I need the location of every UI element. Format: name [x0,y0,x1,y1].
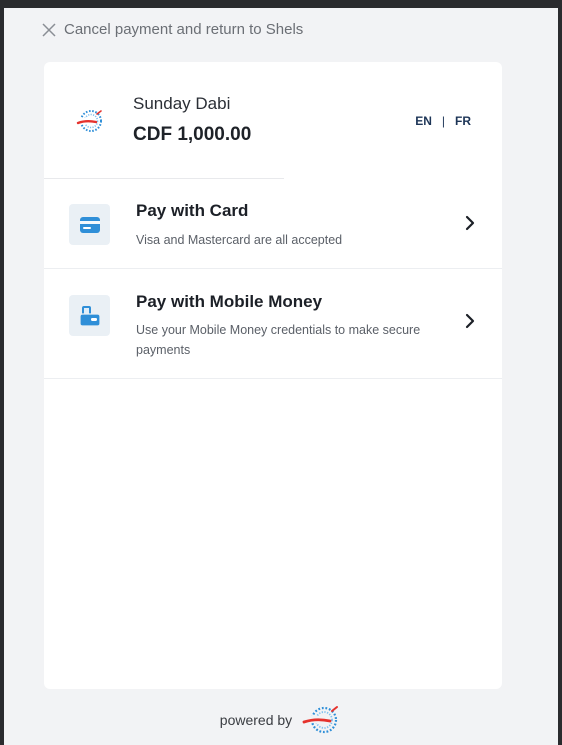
option-description: Visa and Mastercard are all accepted [136,233,343,247]
lang-en[interactable]: EN [415,114,432,128]
cancel-payment-link[interactable]: Cancel payment and return to Shels [42,21,303,38]
option-description: Use your Mobile Money credentials to mak… [136,323,421,357]
powered-by-footer: powered by [4,705,558,735]
credit-card-icon [79,216,100,233]
merchant-name: Sunday Dabi [133,94,231,113]
mobile-money-icon-box [69,295,110,336]
card-icon-box [69,204,110,245]
chevron-right-icon [465,313,475,329]
lang-separator: | [441,114,445,128]
lang-fr[interactable]: FR [455,114,471,128]
option-title: Pay with Card [136,201,249,220]
pay-with-mobile-money-option[interactable]: Pay with Mobile Money Use your Mobile Mo… [44,269,502,379]
payment-card: Sunday Dabi CDF 1,000.00 EN | FR Pay wit… [44,62,502,689]
maxicash-logo [302,706,339,734]
powered-by-label: powered by [219,712,293,728]
merchant-header: Sunday Dabi CDF 1,000.00 EN | FR [44,62,502,178]
chevron-right-icon [465,215,475,231]
pay-with-card-option[interactable]: Pay with Card Visa and Mastercard are al… [44,179,502,269]
mobile-wallet-icon [78,305,101,327]
payment-amount: CDF 1,000.00 [133,124,252,145]
language-switcher: EN | FR [415,114,471,128]
maxicash-logo [76,110,102,132]
option-title: Pay with Mobile Money [136,292,323,311]
checkout-page: Cancel payment and return to Shels Sunda… [4,8,558,745]
cancel-payment-label: Cancel payment and return to Shels [64,21,304,38]
close-icon [42,22,56,37]
